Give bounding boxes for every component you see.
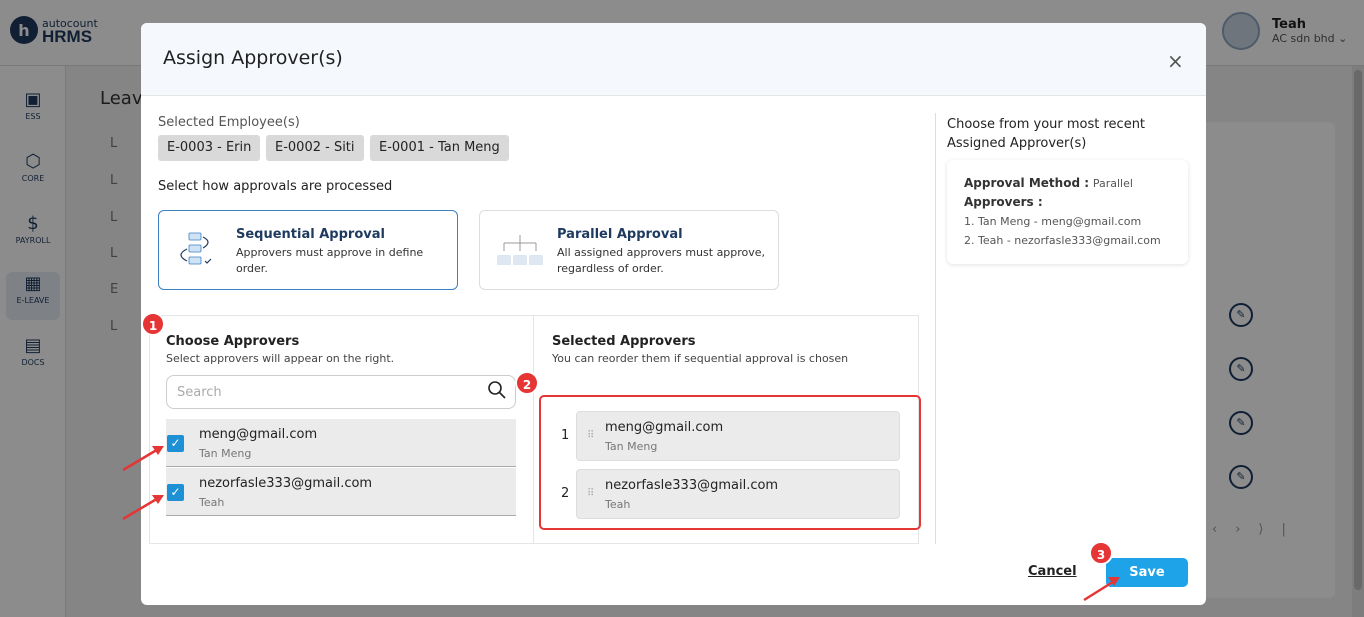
annotation-arrow: [122, 446, 161, 472]
annotation-arrow: [1083, 578, 1117, 602]
annotation-arrow: [122, 495, 161, 521]
annotation-arrows: [122, 446, 1120, 602]
